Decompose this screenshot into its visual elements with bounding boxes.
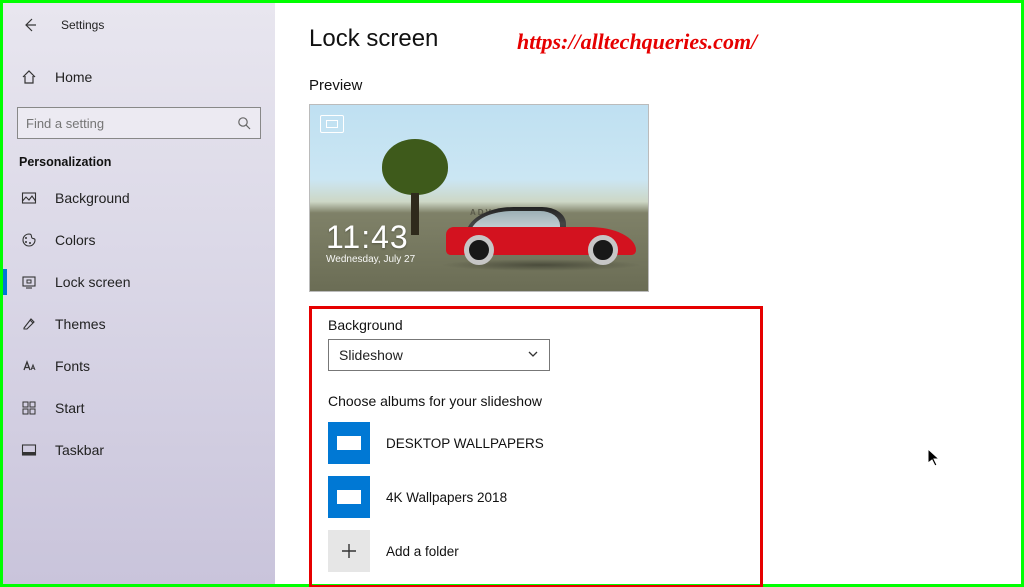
- search-input[interactable]: [26, 116, 226, 131]
- palette-icon: [21, 232, 37, 248]
- sidebar-item-label: Lock screen: [55, 274, 130, 290]
- slideshow-indicator-icon: [320, 115, 344, 133]
- picture-icon: [21, 190, 37, 206]
- preview-label: Preview: [309, 77, 1021, 94]
- folder-thumb-icon: [328, 422, 370, 464]
- window-header: Settings: [3, 11, 275, 39]
- folder-thumb-icon: [328, 476, 370, 518]
- add-folder-label: Add a folder: [386, 544, 459, 559]
- start-icon: [21, 400, 37, 416]
- mouse-cursor-icon: [927, 448, 943, 473]
- album-name: DESKTOP WALLPAPERS: [386, 436, 544, 451]
- sidebar-item-start[interactable]: Start: [3, 387, 275, 429]
- background-dropdown[interactable]: Slideshow: [328, 339, 550, 371]
- preview-date: Wednesday, July 27: [326, 254, 415, 265]
- sidebar: Settings Home Personalization Background: [3, 3, 275, 584]
- fonts-icon: [21, 358, 37, 374]
- taskbar-icon: [21, 442, 37, 458]
- sidebar-item-label: Background: [55, 190, 130, 206]
- arrow-left-icon: [23, 18, 37, 32]
- preview-car-graphic: [446, 201, 636, 265]
- chevron-down-icon: [527, 347, 539, 363]
- preview-time: 11:43: [326, 222, 415, 252]
- sidebar-item-label: Start: [55, 400, 85, 416]
- sidebar-item-lock-screen[interactable]: Lock screen: [3, 261, 275, 303]
- plus-icon: [328, 530, 370, 572]
- add-folder-button[interactable]: Add a folder: [328, 531, 744, 571]
- sidebar-item-label: Themes: [55, 316, 106, 332]
- highlighted-section: Background Slideshow Choose albums for y…: [309, 306, 763, 587]
- search-icon: [236, 115, 252, 131]
- lock-screen-preview: ADV.1 11:43 Wednesday, July 27: [309, 104, 649, 292]
- background-selected-value: Slideshow: [339, 347, 403, 363]
- watermark-url: https://alltechqueries.com/: [517, 29, 757, 55]
- main-content: Lock screen https://alltechqueries.com/ …: [275, 3, 1021, 584]
- window-title: Settings: [61, 18, 104, 32]
- album-item[interactable]: 4K Wallpapers 2018: [328, 477, 744, 517]
- sidebar-item-taskbar[interactable]: Taskbar: [3, 429, 275, 471]
- themes-icon: [21, 316, 37, 332]
- back-button[interactable]: [21, 16, 39, 34]
- home-icon: [21, 69, 37, 85]
- sidebar-section-title: Personalization: [3, 139, 275, 177]
- sidebar-home[interactable]: Home: [3, 57, 275, 97]
- preview-clock: 11:43 Wednesday, July 27: [326, 222, 415, 265]
- sidebar-item-themes[interactable]: Themes: [3, 303, 275, 345]
- lock-screen-icon: [21, 274, 37, 290]
- album-name: 4K Wallpapers 2018: [386, 490, 507, 505]
- sidebar-home-label: Home: [55, 69, 92, 85]
- settings-window: Settings Home Personalization Background: [0, 0, 1024, 587]
- background-label: Background: [328, 317, 744, 333]
- sidebar-item-label: Fonts: [55, 358, 90, 374]
- sidebar-item-fonts[interactable]: Fonts: [3, 345, 275, 387]
- sidebar-item-colors[interactable]: Colors: [3, 219, 275, 261]
- sidebar-item-label: Colors: [55, 232, 95, 248]
- album-item[interactable]: DESKTOP WALLPAPERS: [328, 423, 744, 463]
- sidebar-item-label: Taskbar: [55, 442, 104, 458]
- choose-albums-label: Choose albums for your slideshow: [328, 393, 744, 409]
- sidebar-item-background[interactable]: Background: [3, 177, 275, 219]
- search-box[interactable]: [17, 107, 261, 139]
